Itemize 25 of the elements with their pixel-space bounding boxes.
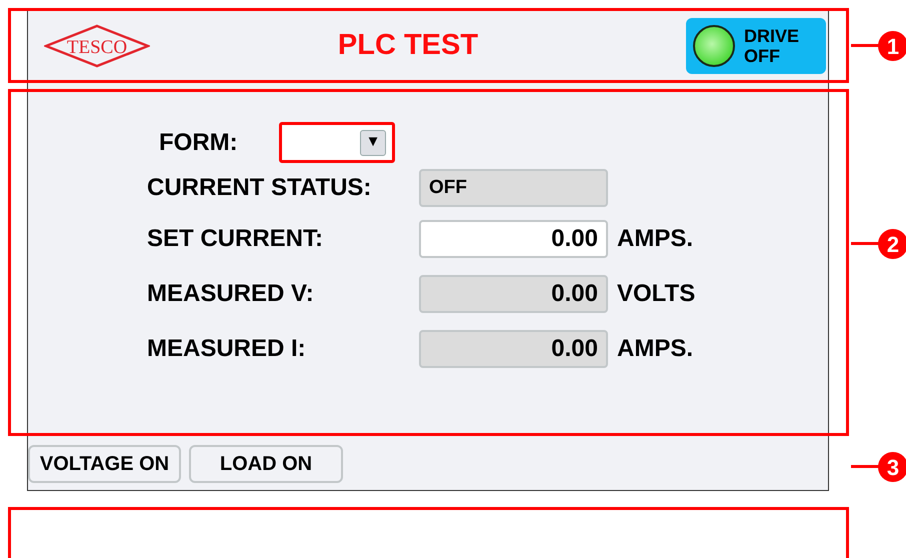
field-label: MEASURED I: (147, 334, 307, 364)
field-label: FORM: (158, 128, 239, 158)
unit-label: AMPS. (617, 334, 694, 364)
action-button[interactable]: VOLTAGE ON (28, 445, 181, 483)
leader-line (851, 242, 881, 245)
leader-line (851, 44, 881, 47)
unit-label: VOLTS (617, 279, 696, 309)
drive-status-label: DRIVE OFF (744, 26, 800, 66)
unit-label: AMPS. (617, 224, 694, 254)
field-label: MEASURED V: (147, 279, 315, 309)
field-label: SET CURRENT: (147, 224, 324, 254)
callout-number: 1 (878, 31, 906, 61)
callout-number: 3 (878, 452, 906, 482)
callout-number: 2 (878, 229, 906, 259)
current-input-field[interactable]: 0.00 (419, 220, 608, 258)
status-display: OFF (419, 169, 608, 207)
action-button[interactable]: LOAD ON (189, 445, 343, 483)
screen-title: PLC TEST (336, 28, 480, 63)
indicator-lamp-icon (692, 24, 736, 68)
readout-display: 0.00 (419, 275, 608, 313)
company-logo: TESCO (44, 24, 150, 67)
leader-line (851, 465, 881, 468)
field-label: CURRENT STATUS: (147, 173, 372, 203)
readout-display: 0.00 (419, 330, 608, 368)
form-dropdown[interactable]: ▼ (279, 122, 395, 163)
